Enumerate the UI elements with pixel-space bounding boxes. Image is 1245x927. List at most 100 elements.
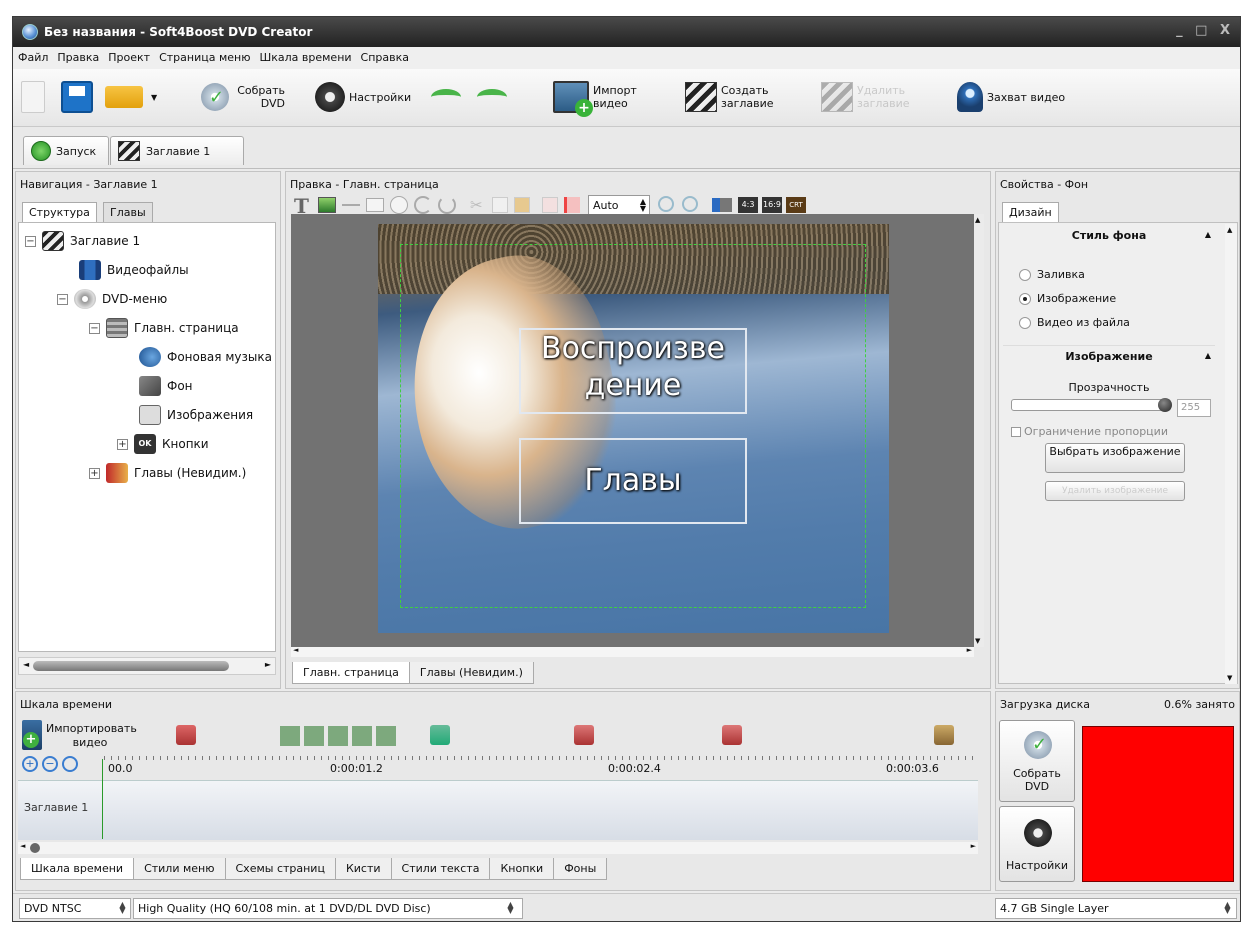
redo-button[interactable] bbox=[477, 75, 507, 119]
ellipse-tool-icon[interactable] bbox=[390, 196, 408, 214]
transparency-slider[interactable] bbox=[1011, 398, 1172, 412]
zoom-in-icon[interactable]: + bbox=[22, 756, 38, 772]
disc-type-select[interactable]: 4.7 GB Single Layer ▲ ▼ bbox=[995, 898, 1237, 919]
tab-launch[interactable]: Запуск bbox=[23, 136, 109, 165]
image-tool-icon[interactable] bbox=[318, 197, 336, 213]
copy-icon[interactable] bbox=[492, 197, 508, 213]
undo-button[interactable] bbox=[431, 75, 461, 119]
tab-chapters[interactable]: Главы bbox=[103, 202, 153, 222]
delete-clip-button[interactable] bbox=[176, 724, 200, 746]
playhead[interactable] bbox=[102, 759, 103, 839]
choose-image-button[interactable]: Выбрать изображение bbox=[1045, 443, 1185, 473]
tree-item-bg-music[interactable]: Фоновая музыка bbox=[139, 347, 275, 367]
tab-menu-styles[interactable]: Стили меню bbox=[133, 858, 226, 880]
build-dvd-button[interactable]: ✓ Собрать DVD bbox=[201, 75, 285, 119]
collapse-icon[interactable]: − bbox=[89, 322, 100, 334]
new-project-button[interactable] bbox=[21, 75, 45, 119]
menu-file[interactable]: Файл bbox=[13, 47, 52, 64]
zoom-out-icon[interactable] bbox=[682, 196, 698, 212]
spinner-icon[interactable]: ▲ ▼ bbox=[117, 901, 128, 915]
tree-item-background[interactable]: Фон bbox=[139, 376, 193, 396]
collapse-arrow-icon[interactable]: ▲ bbox=[1205, 230, 1211, 239]
tab-buttons[interactable]: Кнопки bbox=[489, 858, 555, 880]
import-video-button[interactable]: + Импортировать видео bbox=[22, 718, 152, 754]
transparency-value[interactable]: 255 bbox=[1177, 399, 1211, 417]
aspect-16-9-button[interactable]: 16:9 bbox=[762, 197, 782, 213]
tab-text-styles[interactable]: Стили текста bbox=[390, 858, 491, 880]
tree-item-buttons[interactable]: + OK Кнопки bbox=[117, 434, 209, 454]
slider-thumb[interactable] bbox=[1158, 398, 1172, 412]
zoom-out-icon[interactable]: − bbox=[42, 756, 58, 772]
menu-timeline[interactable]: Шкала времени bbox=[254, 47, 355, 64]
import-video-button[interactable]: + Импорт видео bbox=[553, 75, 649, 119]
vertical-scrollbar[interactable]: ▲ ▼ bbox=[974, 214, 984, 647]
option-image[interactable]: Изображение bbox=[1019, 292, 1116, 305]
chapter-settings-button[interactable] bbox=[934, 724, 958, 746]
remove-image-button[interactable]: Удалить изображение bbox=[1045, 481, 1185, 501]
timeline-track[interactable]: Заглавие 1 bbox=[18, 759, 978, 840]
safe-area-icon[interactable] bbox=[712, 198, 732, 212]
format-select[interactable]: DVD NTSC ▲ ▼ bbox=[19, 898, 131, 919]
spinner-icon[interactable]: ▲ ▼ bbox=[1222, 901, 1233, 915]
menu-menu-page[interactable]: Страница меню bbox=[154, 47, 254, 64]
settings-button[interactable]: Настройки bbox=[999, 806, 1075, 882]
tree-item-images[interactable]: Изображения bbox=[139, 405, 253, 425]
create-title-button[interactable]: Создать заглавие bbox=[685, 75, 791, 119]
canvas-horizontal-scrollbar[interactable]: ◄ ► bbox=[291, 646, 974, 657]
menu-edit[interactable]: Правка bbox=[52, 47, 103, 64]
menu-project[interactable]: Проект bbox=[103, 47, 154, 64]
clear-chapters-button[interactable] bbox=[722, 724, 746, 746]
zoom-fit-icon[interactable] bbox=[62, 756, 78, 772]
tree-item-main-page[interactable]: − Главн. страница bbox=[89, 318, 239, 338]
aspect-4-3-button[interactable]: 4:3 bbox=[738, 197, 758, 213]
add-chapter-button[interactable] bbox=[430, 724, 454, 746]
menu-canvas[interactable]: Воспроизве дение Главы ▲ ▼ bbox=[291, 214, 984, 647]
tree-item-dvd-menu[interactable]: − DVD-меню bbox=[57, 289, 167, 309]
delete-title-button[interactable]: Удалить заглавие bbox=[821, 75, 925, 119]
scroll-thumb[interactable] bbox=[33, 661, 229, 671]
tab-backgrounds[interactable]: Фоны bbox=[553, 858, 608, 880]
quality-select[interactable]: High Quality (HQ 60/108 min. at 1 DVD/DL… bbox=[133, 898, 523, 919]
tab-structure[interactable]: Структура bbox=[22, 202, 97, 222]
section-bg-style[interactable]: Стиль фона ▲ bbox=[1003, 229, 1215, 247]
paste-icon[interactable] bbox=[514, 197, 530, 213]
pie-tool-icon[interactable] bbox=[414, 196, 432, 214]
zoom-select[interactable]: Auto ▲ ▼ bbox=[588, 195, 650, 215]
open-button[interactable]: ▼ bbox=[105, 75, 157, 119]
collapse-arrow-icon[interactable]: ▲ bbox=[1205, 351, 1211, 360]
tree-item-title-1[interactable]: − Заглавие 1 bbox=[25, 231, 140, 251]
scroll-thumb[interactable] bbox=[30, 843, 40, 853]
transition-buttons[interactable] bbox=[280, 726, 400, 746]
cut-icon[interactable]: ✂ bbox=[470, 196, 483, 214]
section-image[interactable]: Изображение ▲ bbox=[1003, 345, 1215, 363]
chevron-down-icon[interactable]: ▼ bbox=[151, 93, 157, 102]
tab-brushes[interactable]: Кисти bbox=[334, 858, 392, 880]
arc-tool-icon[interactable] bbox=[438, 196, 456, 214]
align-icon[interactable] bbox=[564, 197, 580, 213]
keep-ratio-checkbox[interactable]: Ограничение пропорции bbox=[1011, 425, 1168, 438]
menu-help[interactable]: Справка bbox=[356, 47, 413, 64]
collapse-icon[interactable]: − bbox=[57, 293, 68, 305]
menu-button-play[interactable]: Воспроизве дение bbox=[519, 328, 747, 414]
tree-item-videofiles[interactable]: Видеофайлы bbox=[79, 260, 189, 280]
bring-front-icon[interactable] bbox=[542, 197, 558, 213]
capture-video-button[interactable]: Захват видео bbox=[957, 75, 1065, 119]
tree-item-chapters-hidden[interactable]: + Главы (Невидим.) bbox=[89, 463, 246, 483]
remove-chapter-button[interactable] bbox=[574, 724, 598, 746]
properties-scrollbar[interactable]: ▲ ▼ bbox=[1225, 224, 1237, 684]
settings-button[interactable]: Настройки bbox=[315, 75, 411, 119]
expand-icon[interactable]: + bbox=[117, 438, 128, 450]
tab-timeline[interactable]: Шкала времени bbox=[20, 858, 135, 880]
crt-button[interactable]: CRT bbox=[786, 197, 806, 213]
tab-design[interactable]: Дизайн bbox=[1002, 202, 1059, 222]
tab-title-1[interactable]: Заглавие 1 bbox=[110, 136, 244, 165]
option-video-file[interactable]: Видео из файла bbox=[1019, 316, 1130, 329]
timeline-scrollbar[interactable]: ◄ ► bbox=[18, 842, 978, 854]
menu-button-chapters[interactable]: Главы bbox=[519, 438, 747, 524]
horizontal-scrollbar[interactable]: ◄ ► bbox=[18, 657, 276, 675]
expand-icon[interactable]: + bbox=[89, 467, 100, 479]
tab-main-page[interactable]: Главн. страница bbox=[292, 662, 410, 684]
option-fill[interactable]: Заливка bbox=[1019, 268, 1085, 281]
tab-page-layouts[interactable]: Схемы страниц bbox=[224, 858, 336, 880]
rectangle-tool-icon[interactable] bbox=[366, 198, 384, 212]
